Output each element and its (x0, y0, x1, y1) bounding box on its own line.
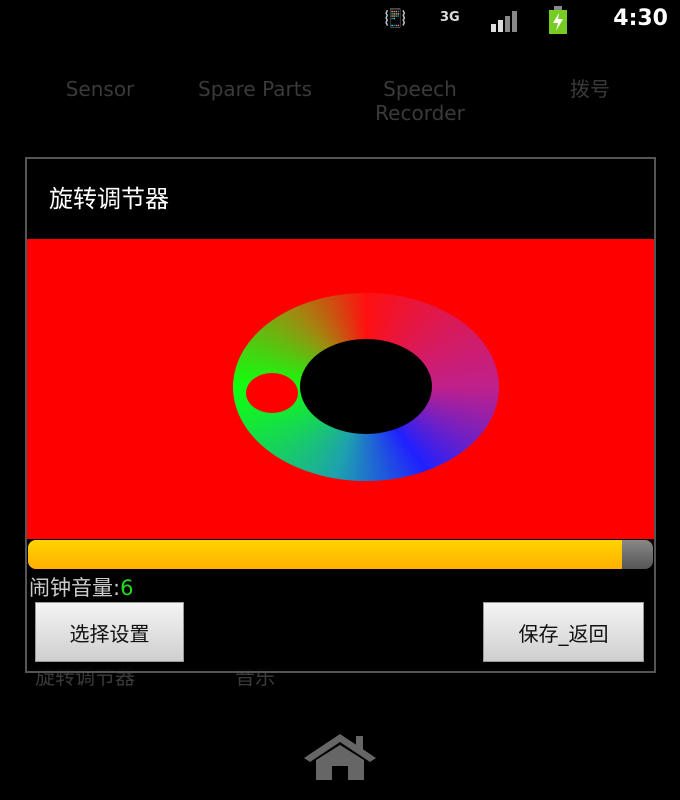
app-sensor[interactable]: Sensor (30, 77, 170, 101)
vibrate-icon: 📳 (384, 8, 407, 29)
app-dialer[interactable]: 拨号 (520, 77, 660, 101)
save-return-button[interactable]: 保存_返回 (483, 602, 644, 662)
volume-progress-fill (28, 540, 622, 569)
3g-icon: 3G (440, 10, 460, 25)
volume-text: 闹钟音量:6 (29, 572, 133, 602)
app-speech-recorder[interactable]: Speech Recorder (350, 77, 490, 125)
app-spare-parts[interactable]: Spare Parts (175, 77, 335, 101)
signal-icon (491, 11, 517, 32)
volume-value: 6 (120, 576, 134, 600)
select-settings-button[interactable]: 选择设置 (35, 602, 184, 662)
color-canvas[interactable] (27, 239, 654, 539)
home-icon[interactable] (300, 732, 380, 782)
rotary-dialog: 旋转调节器 闹钟音量:6 选择设置 保存_返回 (25, 157, 656, 673)
volume-label: 闹钟音量: (29, 576, 121, 600)
battery-charging-icon (549, 6, 567, 34)
rotary-knob[interactable] (246, 373, 298, 413)
status-bar: 📳 3G 4:30 (0, 0, 680, 40)
color-wheel-center (300, 339, 432, 434)
volume-progress-bar[interactable] (28, 540, 653, 569)
dialog-title: 旋转调节器 (49, 185, 169, 213)
clock: 4:30 (613, 6, 668, 31)
